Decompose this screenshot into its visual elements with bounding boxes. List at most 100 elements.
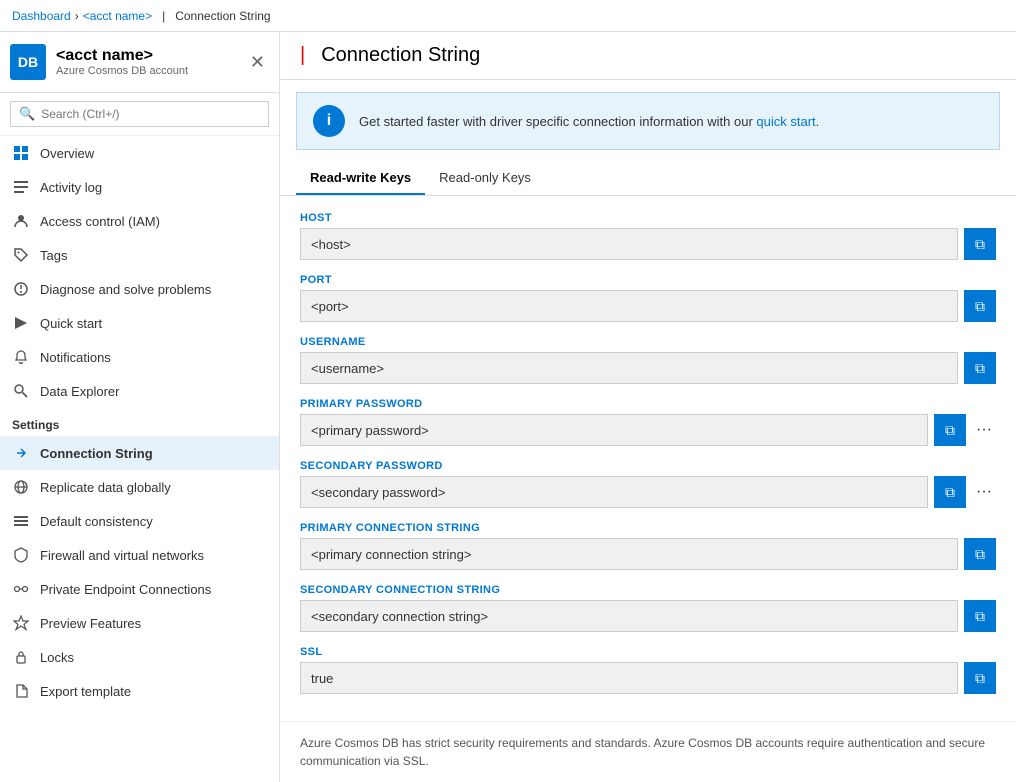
quick-start-icon xyxy=(12,314,30,332)
db-icon: DB xyxy=(10,44,46,80)
sidebar-item-connection-string[interactable]: Connection String xyxy=(0,436,279,470)
copy-host-button[interactable]: ⧉ xyxy=(964,228,996,260)
field-label-host: HOST xyxy=(300,212,996,224)
sidebar-label-notifications: Notifications xyxy=(40,350,267,365)
sidebar-header: DB <acct name> Azure Cosmos DB account ✕ xyxy=(0,32,279,93)
export-template-icon xyxy=(12,682,30,700)
close-button[interactable]: ✕ xyxy=(246,48,269,77)
quick-start-link[interactable]: quick start xyxy=(756,114,815,129)
sidebar-label-activity-log: Activity log xyxy=(40,180,267,195)
field-input-ssl[interactable] xyxy=(300,662,958,694)
copy-icon: ⧉ xyxy=(945,422,955,439)
field-group-secondary-connection-string: SECONDARY CONNECTION STRING ⧉ xyxy=(300,584,996,632)
copy-icon: ⧉ xyxy=(975,546,985,563)
breadcrumb-acct[interactable]: <acct name> xyxy=(83,9,152,23)
field-label-port: PORT xyxy=(300,274,996,286)
sidebar-label-data-explorer: Data Explorer xyxy=(40,384,267,399)
sidebar-item-locks[interactable]: Locks xyxy=(0,640,279,674)
field-group-ssl: SSL ⧉ xyxy=(300,646,996,694)
sidebar-item-export-template[interactable]: Export template xyxy=(0,674,279,708)
field-label-primary-connection-string: PRIMARY CONNECTION STRING xyxy=(300,522,996,534)
info-banner: i Get started faster with driver specifi… xyxy=(296,92,1000,150)
sidebar-item-overview[interactable]: Overview xyxy=(0,136,279,170)
sidebar-item-diagnose[interactable]: Diagnose and solve problems xyxy=(0,272,279,306)
copy-icon: ⧉ xyxy=(975,298,985,315)
breadcrumb-dashboard[interactable]: Dashboard xyxy=(12,9,71,23)
field-row-port: ⧉ xyxy=(300,290,996,322)
sidebar-item-firewall[interactable]: Firewall and virtual networks xyxy=(0,538,279,572)
copy-icon: ⧉ xyxy=(975,608,985,625)
content-area: | Connection String i Get started faster… xyxy=(280,32,1016,782)
sidebar-item-replicate[interactable]: Replicate data globally xyxy=(0,470,279,504)
data-explorer-icon xyxy=(12,382,30,400)
more-primary-password-button[interactable]: ··· xyxy=(972,414,996,446)
tags-icon xyxy=(12,246,30,264)
settings-section-header: Settings xyxy=(0,408,279,436)
private-endpoint-icon xyxy=(12,580,30,598)
sidebar-label-export-template: Export template xyxy=(40,684,267,699)
sidebar-item-data-explorer[interactable]: Data Explorer xyxy=(0,374,279,408)
copy-username-button[interactable]: ⧉ xyxy=(964,352,996,384)
field-input-primary-password[interactable] xyxy=(300,414,928,446)
info-icon: i xyxy=(313,105,345,137)
fields-area: HOST ⧉ PORT ⧉ xyxy=(280,196,1016,721)
sidebar-label-tags: Tags xyxy=(40,248,267,263)
sidebar-item-tags[interactable]: Tags xyxy=(0,238,279,272)
field-group-host: HOST ⧉ xyxy=(300,212,996,260)
search-wrapper[interactable]: 🔍 xyxy=(10,101,269,127)
firewall-icon xyxy=(12,546,30,564)
locks-icon xyxy=(12,648,30,666)
tab-read-only[interactable]: Read-only Keys xyxy=(425,162,545,195)
sidebar-item-default-consistency[interactable]: Default consistency xyxy=(0,504,279,538)
sidebar-label-diagnose: Diagnose and solve problems xyxy=(40,282,267,297)
breadcrumb-current: Connection String xyxy=(175,9,270,23)
field-input-username[interactable] xyxy=(300,352,958,384)
sidebar-label-locks: Locks xyxy=(40,650,267,665)
field-group-username: USERNAME ⧉ xyxy=(300,336,996,384)
bottom-note: Azure Cosmos DB has strict security requ… xyxy=(280,721,1016,782)
content-header: | Connection String xyxy=(280,32,1016,80)
copy-primary-connection-string-button[interactable]: ⧉ xyxy=(964,538,996,570)
sidebar-label-connection-string: Connection String xyxy=(40,446,267,461)
sidebar-item-quick-start[interactable]: Quick start xyxy=(0,306,279,340)
copy-ssl-button[interactable]: ⧉ xyxy=(964,662,996,694)
replicate-icon xyxy=(12,478,30,496)
field-input-secondary-password[interactable] xyxy=(300,476,928,508)
default-consistency-icon xyxy=(12,512,30,530)
page-title: Connection String xyxy=(321,44,480,67)
sidebar: DB <acct name> Azure Cosmos DB account ✕… xyxy=(0,32,280,782)
sidebar-label-quick-start: Quick start xyxy=(40,316,267,331)
sidebar-label-firewall: Firewall and virtual networks xyxy=(40,548,267,563)
field-row-secondary-connection-string: ⧉ xyxy=(300,600,996,632)
sidebar-item-preview-features[interactable]: Preview Features xyxy=(0,606,279,640)
copy-secondary-password-button[interactable]: ⧉ xyxy=(934,476,966,508)
field-input-port[interactable] xyxy=(300,290,958,322)
sidebar-item-private-endpoint[interactable]: Private Endpoint Connections xyxy=(0,572,279,606)
field-row-secondary-password: ⧉ ··· xyxy=(300,476,996,508)
copy-primary-password-button[interactable]: ⧉ xyxy=(934,414,966,446)
sidebar-label-access-control: Access control (IAM) xyxy=(40,214,267,229)
copy-port-button[interactable]: ⧉ xyxy=(964,290,996,322)
field-input-host[interactable] xyxy=(300,228,958,260)
copy-icon: ⧉ xyxy=(975,670,985,687)
more-secondary-password-button[interactable]: ··· xyxy=(972,476,996,508)
field-group-secondary-password: SECONDARY PASSWORD ⧉ ··· xyxy=(300,460,996,508)
sidebar-item-access-control[interactable]: Access control (IAM) xyxy=(0,204,279,238)
tab-read-write[interactable]: Read-write Keys xyxy=(296,162,425,195)
notifications-icon xyxy=(12,348,30,366)
search-input[interactable] xyxy=(41,107,260,121)
sidebar-item-activity-log[interactable]: Activity log xyxy=(0,170,279,204)
field-input-primary-connection-string[interactable] xyxy=(300,538,958,570)
field-row-primary-connection-string: ⧉ xyxy=(300,538,996,570)
account-type: Azure Cosmos DB account xyxy=(56,65,236,77)
field-row-ssl: ⧉ xyxy=(300,662,996,694)
sidebar-item-notifications[interactable]: Notifications xyxy=(0,340,279,374)
preview-features-icon xyxy=(12,614,30,632)
diagnose-icon xyxy=(12,280,30,298)
field-row-host: ⧉ xyxy=(300,228,996,260)
copy-secondary-connection-string-button[interactable]: ⧉ xyxy=(964,600,996,632)
field-label-username: USERNAME xyxy=(300,336,996,348)
field-input-secondary-connection-string[interactable] xyxy=(300,600,958,632)
account-name: <acct name> xyxy=(56,47,236,65)
field-label-secondary-password: SECONDARY PASSWORD xyxy=(300,460,996,472)
